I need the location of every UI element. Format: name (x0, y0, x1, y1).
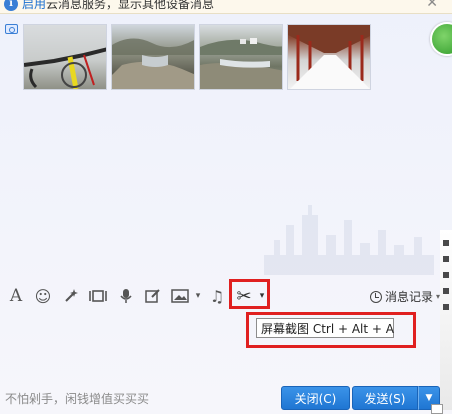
chevron-down-icon: ▾ (435, 292, 440, 301)
side-marker (443, 256, 449, 262)
microphone-icon[interactable] (116, 286, 136, 306)
side-avatar[interactable] (430, 22, 452, 56)
corner-window-icon (431, 404, 443, 414)
chat-window: i 启用 云消息服务，显示其他设备消息 ✕ A ☺ ▾ ♫ ✂ ▾ 消息记录 ▾… (0, 0, 452, 414)
edit-icon[interactable] (143, 286, 163, 306)
emoji-icon[interactable]: ☺ (33, 286, 53, 306)
send-button[interactable]: 发送(S) (352, 386, 418, 410)
skyline-watermark (264, 205, 434, 275)
close-button[interactable]: 关闭(C) (281, 386, 350, 410)
info-icon: i (4, 0, 18, 11)
side-marker (443, 240, 449, 246)
photo-river-rocks[interactable] (111, 24, 195, 90)
message-input[interactable] (0, 310, 440, 380)
photo-bicycle[interactable] (23, 24, 107, 90)
close-icon[interactable]: ✕ (426, 0, 438, 11)
image-icon[interactable] (170, 286, 190, 306)
photo-thumbnails (23, 24, 371, 90)
photo-covered-walkway[interactable] (287, 24, 371, 90)
clock-icon (369, 290, 382, 303)
notice-bar: i 启用 云消息服务，显示其他设备消息 ✕ (0, 0, 452, 14)
notice-message: 云消息服务，显示其他设备消息 (46, 0, 215, 11)
enable-link[interactable]: 启用 (22, 0, 46, 12)
side-marker (443, 272, 449, 278)
history-label: 消息记录 (384, 290, 433, 304)
image-dropdown-caret[interactable]: ▾ (188, 286, 208, 306)
font-icon[interactable]: A (6, 286, 26, 306)
footer-ad-link[interactable]: 不怕剁手，闲钱增值买买买 (5, 390, 149, 407)
side-panel-strip (440, 230, 452, 410)
chevron-down-icon: ▼ (425, 393, 433, 403)
screenshot-tool-highlight (229, 279, 270, 309)
side-marker (443, 304, 449, 310)
message-history-button[interactable]: 消息记录 ▾ (369, 288, 440, 305)
camera-icon[interactable] (5, 24, 18, 34)
music-icon[interactable]: ♫ (207, 286, 227, 306)
magic-wand-icon[interactable] (61, 286, 81, 306)
video-frame-icon[interactable] (88, 286, 108, 306)
photo-river-village[interactable] (199, 24, 283, 90)
side-marker (443, 288, 449, 294)
